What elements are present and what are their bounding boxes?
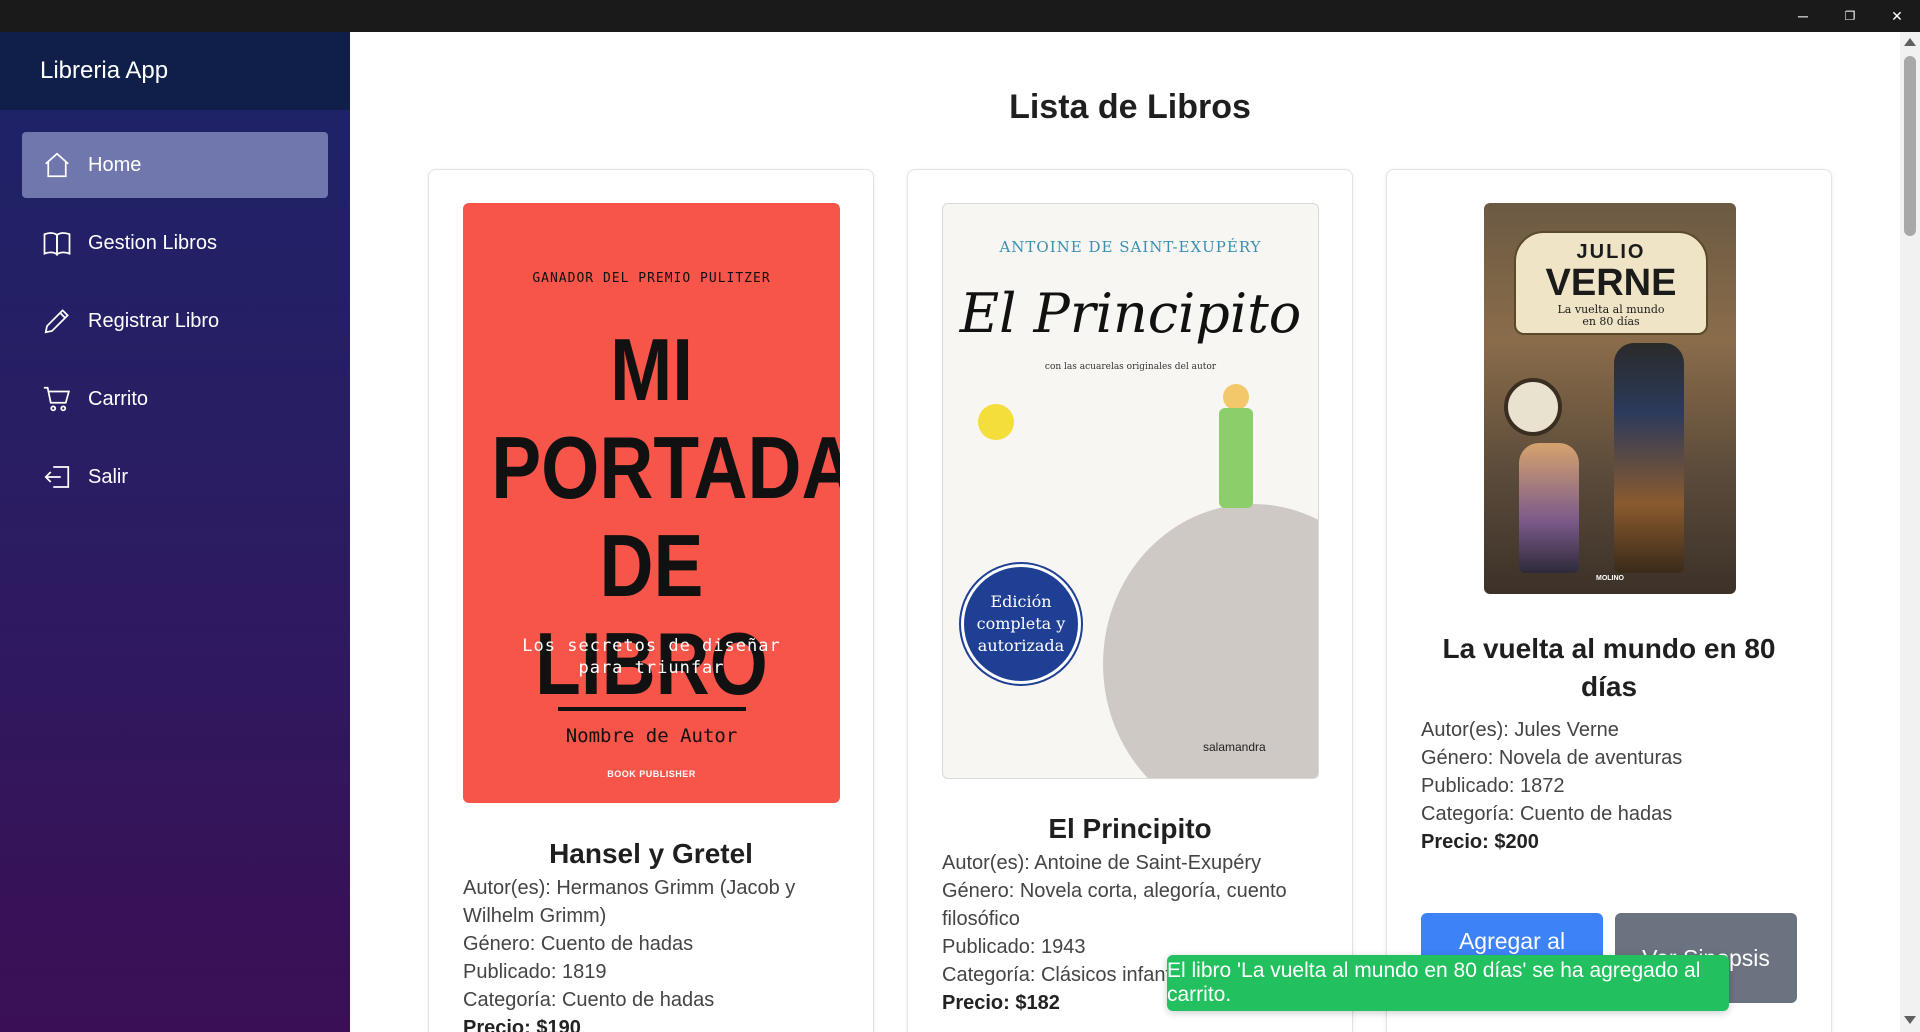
cover-author: JULIO	[1576, 241, 1646, 263]
book-author: Autor(es): Hermanos Grimm (Jacob y Wilhe…	[463, 877, 796, 927]
book-details: Autor(es): Jules Verne Género: Novela de…	[1421, 716, 1801, 856]
book-published: Publicado: 1819	[463, 961, 607, 983]
book-cover: ANTOINE DE SAINT-EXUPÉRY El Principito c…	[942, 203, 1319, 779]
app-brand: Libreria App	[0, 32, 350, 110]
book-published: Publicado: 1872	[1421, 775, 1565, 797]
clock-illustration	[1504, 378, 1562, 436]
logout-icon	[42, 462, 72, 492]
cover-title: en 80 días	[1582, 315, 1640, 328]
badge-line: autorizada	[977, 636, 1065, 655]
book-icon	[42, 228, 72, 258]
cover-author: Nombre de Autor	[565, 725, 738, 747]
book-card: JULIO VERNE La vuelta al mundo en 80 día…	[1386, 169, 1832, 1032]
cover-publisher: BOOK PUBLISHER	[607, 769, 696, 779]
book-card: ANTOINE DE SAINT-EXUPÉRY El Principito c…	[907, 169, 1353, 1032]
sidebar-item-salir[interactable]: Salir	[22, 444, 328, 510]
cart-toast-notification: El libro 'La vuelta al mundo en 80 días'…	[1167, 955, 1729, 1011]
sidebar-nav: Home Gestion Libros Registrar Libro Carr…	[0, 110, 350, 510]
sidebar-item-label: Salir	[88, 465, 129, 488]
scroll-up-arrow-icon[interactable]	[1904, 38, 1916, 46]
sidebar-item-label: Home	[88, 153, 142, 176]
main-content: Lista de Libros GANADOR DEL PREMIO PULIT…	[350, 32, 1900, 1032]
cover-divider	[558, 707, 746, 711]
sidebar-item-label: Registrar Libro	[88, 309, 220, 332]
cover-author: ANTOINE DE SAINT-EXUPÉRY	[999, 238, 1262, 256]
cover-award: GANADOR DEL PREMIO PULITZER	[532, 271, 771, 286]
cover-headline-line: DE LIBRO	[535, 516, 768, 713]
sidebar-item-gestion-libros[interactable]: Gestion Libros	[22, 210, 328, 276]
cover-subtitle-line: para triunfar	[578, 658, 725, 678]
book-price: Precio: $200	[1421, 831, 1539, 853]
home-icon	[42, 150, 72, 180]
page-title: Lista de Libros	[1009, 88, 1251, 126]
sidebar-item-label: Gestion Libros	[88, 231, 217, 254]
cover-title-plate: JULIO VERNE La vuelta al mundo en 80 día…	[1514, 231, 1708, 335]
sidebar: Libreria App Home Gestion Libros Registr…	[0, 32, 350, 1032]
cover-tagline: con las acuarelas originales del autor	[1044, 362, 1217, 372]
book-title: Hansel y Gretel	[549, 838, 753, 869]
scroll-down-arrow-icon[interactable]	[1904, 1016, 1916, 1024]
book-details: Autor(es): Hermanos Grimm (Jacob y Wilhe…	[463, 874, 843, 1032]
sidebar-item-registrar-libro[interactable]: Registrar Libro	[22, 288, 328, 354]
window-titlebar: ─ ❐ ✕	[0, 0, 1920, 32]
book-genre: Género: Novela de aventuras	[1421, 747, 1683, 769]
restore-button[interactable]: ❐	[1827, 0, 1873, 32]
cover-author: VERNE	[1545, 262, 1677, 304]
book-title: El Principito	[1048, 813, 1212, 844]
planet-illustration	[1103, 504, 1318, 778]
book-cover: GANADOR DEL PREMIO PULITZER MI PORTADA D…	[463, 203, 840, 803]
book-genre: Género: Novela corta, alegoría, cuento f…	[942, 880, 1287, 930]
book-genre: Género: Cuento de hadas	[463, 933, 694, 955]
cart-icon	[42, 384, 72, 414]
cover-subtitle: Los secretos de diseñar para triunfar	[463, 635, 840, 679]
sun-illustration	[978, 404, 1014, 440]
cover-subtitle-line: Los secretos de diseñar	[522, 636, 781, 656]
scrollbar-thumb[interactable]	[1904, 56, 1916, 236]
book-category: Categoría: Cuento de hadas	[463, 989, 715, 1011]
edition-badge: Edición completa y autorizada	[961, 564, 1081, 684]
minimize-button[interactable]: ─	[1780, 0, 1826, 32]
book-title: La vuelta al mundo en 80 días	[1442, 633, 1776, 702]
pencil-icon	[42, 306, 72, 336]
sidebar-item-home[interactable]: Home	[22, 132, 328, 198]
little-prince-illustration	[1213, 384, 1259, 534]
cover-title: El Principito	[959, 282, 1302, 345]
badge-line: Edición	[990, 592, 1052, 611]
book-price: Precio: $190	[463, 1017, 581, 1032]
cover-publisher: MOLINO	[1596, 575, 1624, 582]
companion-illustration	[1519, 443, 1579, 573]
book-card: GANADOR DEL PREMIO PULITZER MI PORTADA D…	[428, 169, 874, 1032]
book-category: Categoría: Cuento de hadas	[1421, 803, 1673, 825]
book-author: Autor(es): Jules Verne	[1421, 719, 1619, 741]
sidebar-item-label: Carrito	[88, 387, 149, 410]
badge-line: completa y	[976, 614, 1066, 633]
main-scrollbar[interactable]	[1900, 32, 1920, 1032]
cover-headline-line: PORTADA	[491, 418, 840, 517]
book-author: Autor(es): Antoine de Saint-Exupéry	[942, 852, 1262, 874]
cover-headline-line: MI	[609, 320, 694, 419]
cover-publisher: salamandra	[1203, 740, 1266, 754]
close-button[interactable]: ✕	[1874, 0, 1920, 32]
traveler-illustration	[1614, 343, 1684, 573]
book-cover: JULIO VERNE La vuelta al mundo en 80 día…	[1484, 203, 1736, 594]
sidebar-item-carrito[interactable]: Carrito	[22, 366, 328, 432]
